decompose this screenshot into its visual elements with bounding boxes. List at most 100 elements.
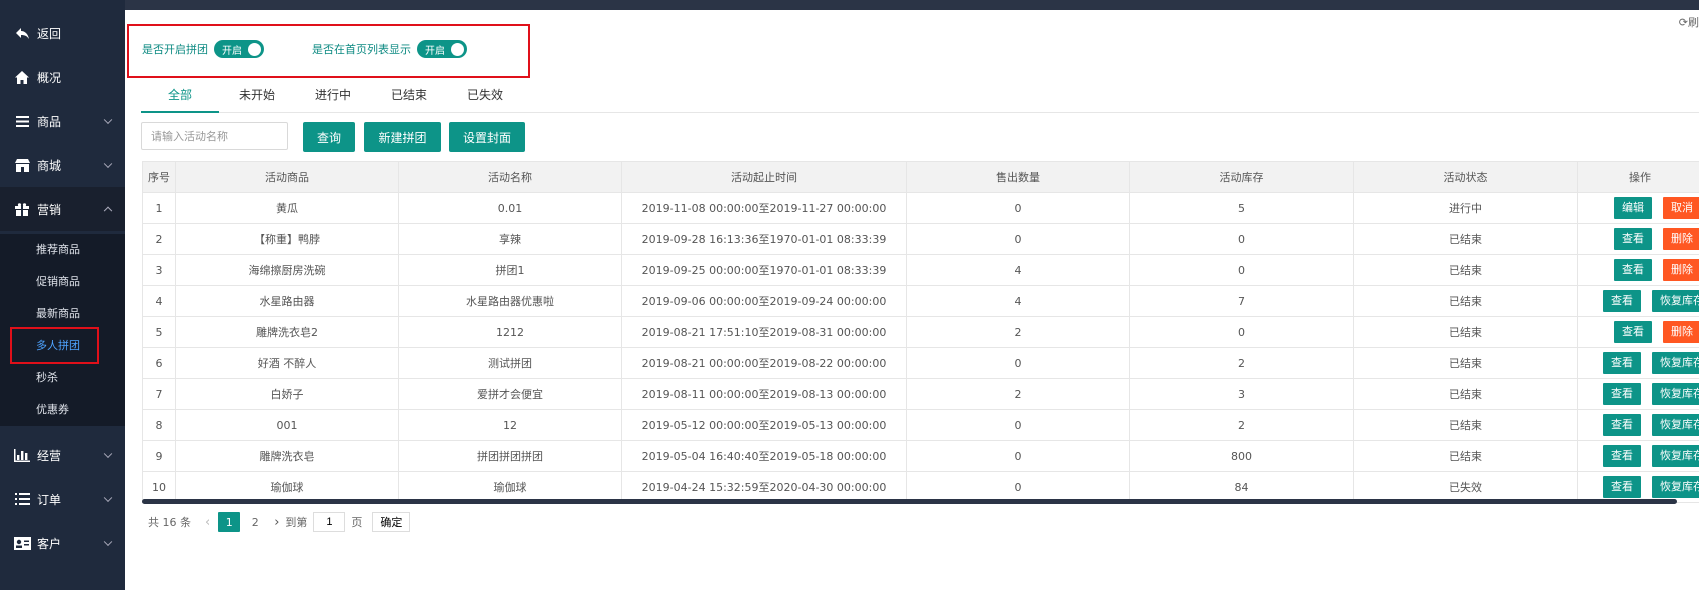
search-input[interactable]: [141, 122, 288, 150]
cell-status: 已结束: [1353, 347, 1578, 379]
sidebar-item-orders[interactable]: 订单: [0, 477, 125, 521]
restore-stock-button[interactable]: 恢复库存: [1652, 414, 1699, 436]
restore-stock-button[interactable]: 恢复库存: [1652, 476, 1699, 498]
sidebar-item-goods[interactable]: 商品: [0, 99, 125, 143]
cell-product: 001: [175, 409, 399, 441]
submenu-item-flash-sale[interactable]: 秒杀: [0, 362, 125, 394]
edit-button[interactable]: 编辑: [1614, 197, 1652, 219]
gift-icon: [13, 202, 31, 216]
column-header: 活动库存: [1129, 161, 1354, 193]
submenu-item-promotion[interactable]: 促销商品: [0, 266, 125, 298]
submenu-item-coupon[interactable]: 优惠券: [0, 394, 125, 426]
cell-product: 雕牌洗衣皂2: [175, 316, 399, 348]
next-page-icon[interactable]: ›: [274, 515, 279, 530]
delete-button[interactable]: 删除: [1663, 259, 1699, 281]
cell-status: 已结束: [1353, 223, 1578, 255]
view-button[interactable]: 查看: [1614, 259, 1652, 281]
cell-stock: 0: [1129, 254, 1354, 286]
id-card-icon: [13, 536, 31, 550]
view-button[interactable]: 查看: [1603, 445, 1641, 467]
show-home-toggle[interactable]: 开启: [417, 40, 467, 58]
sidebar-item-marketing[interactable]: 营销: [0, 187, 125, 231]
top-bar: [0, 0, 1699, 10]
delete-button[interactable]: 删除: [1663, 228, 1699, 250]
view-button[interactable]: 查看: [1603, 290, 1641, 312]
cell-time: 2019-05-12 00:00:00至2019-05-13 00:00:00: [621, 409, 907, 441]
restore-stock-button[interactable]: 恢复库存: [1652, 445, 1699, 467]
cell-time: 2019-08-21 17:51:10至2019-08-31 00:00:00: [621, 316, 907, 348]
cell-stock: 800: [1129, 440, 1354, 472]
submenu-item-recommended[interactable]: 推荐商品: [0, 234, 125, 266]
sidebar-item-label: 经营: [37, 448, 62, 463]
cell-no: 1: [142, 192, 176, 224]
refresh-button[interactable]: ⟳刷: [1679, 14, 1699, 30]
cell-actions: 查看恢复库存: [1577, 285, 1699, 317]
create-group-button[interactable]: 新建拼团: [364, 122, 441, 152]
home-icon: [13, 70, 31, 84]
sidebar-item-back[interactable]: 返回: [0, 11, 125, 55]
restore-stock-button[interactable]: 恢复库存: [1652, 383, 1699, 405]
sidebar-item-label: 订单: [37, 492, 62, 507]
restore-stock-button[interactable]: 恢复库存: [1652, 352, 1699, 374]
column-header: 活动商品: [175, 161, 399, 193]
chevron-down-icon: [103, 159, 113, 169]
cell-product: 水星路由器: [175, 285, 399, 317]
cancel-button[interactable]: 取消: [1663, 197, 1699, 219]
query-button[interactable]: 查询: [303, 122, 355, 152]
page-2-button[interactable]: 2: [244, 512, 266, 532]
view-button[interactable]: 查看: [1614, 228, 1652, 250]
setting-show-home: 是否在首页列表显示 开启: [312, 40, 467, 58]
cell-name: 12: [398, 409, 622, 441]
cell-no: 4: [142, 285, 176, 317]
tab-in-progress[interactable]: 进行中: [295, 86, 371, 112]
column-header: 活动起止时间: [621, 161, 907, 193]
cell-stock: 2: [1129, 409, 1354, 441]
page-unit-label: 页: [351, 516, 363, 529]
view-button[interactable]: 查看: [1603, 383, 1641, 405]
cell-sold: 0: [906, 440, 1130, 472]
sidebar-item-customers[interactable]: 客户: [0, 521, 125, 565]
store-icon: [13, 158, 31, 172]
cell-sold: 4: [906, 254, 1130, 286]
cell-actions: 查看恢复库存: [1577, 347, 1699, 379]
restore-stock-button[interactable]: 恢复库存: [1652, 290, 1699, 312]
sidebar-item-label: 返回: [37, 26, 62, 41]
prev-page-icon[interactable]: ‹: [205, 515, 210, 530]
column-header: 活动名称: [398, 161, 622, 193]
horizontal-scrollbar[interactable]: [142, 499, 1677, 504]
page-1-button[interactable]: 1: [218, 512, 241, 532]
delete-button[interactable]: 删除: [1663, 321, 1699, 343]
tab-ended[interactable]: 已结束: [371, 86, 447, 112]
cell-stock: 7: [1129, 285, 1354, 317]
tab-expired[interactable]: 已失效: [447, 86, 523, 112]
active-submenu-highlight-box: [10, 327, 99, 364]
view-button[interactable]: 查看: [1603, 352, 1641, 374]
view-button[interactable]: 查看: [1603, 476, 1641, 498]
column-header: 活动状态: [1353, 161, 1578, 193]
cell-product: 雕牌洗衣皂: [175, 440, 399, 472]
set-cover-button[interactable]: 设置封面: [449, 122, 525, 152]
cell-stock: 0: [1129, 223, 1354, 255]
submenu-item-newest[interactable]: 最新商品: [0, 298, 125, 330]
goto-page-input[interactable]: [313, 512, 346, 532]
toggle-knob: [451, 42, 464, 56]
table-row: 8 001 12 2019-05-12 00:00:00至2019-05-13 00:…: [142, 409, 1699, 441]
sidebar-item-operation[interactable]: 经营: [0, 433, 125, 477]
goto-confirm-button[interactable]: 确定: [372, 512, 411, 532]
cell-status: 已结束: [1353, 316, 1578, 348]
setting-label: 是否在首页列表显示: [312, 43, 411, 56]
cell-product: 【称重】鸭脖: [175, 223, 399, 255]
view-button[interactable]: 查看: [1603, 414, 1641, 436]
tab-active-indicator: [141, 111, 219, 113]
cell-status: 已失效: [1353, 471, 1578, 503]
sidebar-item-mall[interactable]: 商城: [0, 143, 125, 187]
cell-name: 测试拼团: [398, 347, 622, 379]
tab-all[interactable]: 全部: [141, 86, 219, 112]
sidebar-item-label: 商品: [37, 114, 62, 129]
sidebar-item-overview[interactable]: 概况: [0, 55, 125, 99]
tab-not-started[interactable]: 未开始: [219, 86, 295, 112]
cell-actions: 查看恢复库存: [1577, 471, 1699, 503]
cell-time: 2019-09-28 16:13:36至1970-01-01 08:33:39: [621, 223, 907, 255]
view-button[interactable]: 查看: [1614, 321, 1652, 343]
enable-group-toggle[interactable]: 开启: [214, 40, 264, 58]
